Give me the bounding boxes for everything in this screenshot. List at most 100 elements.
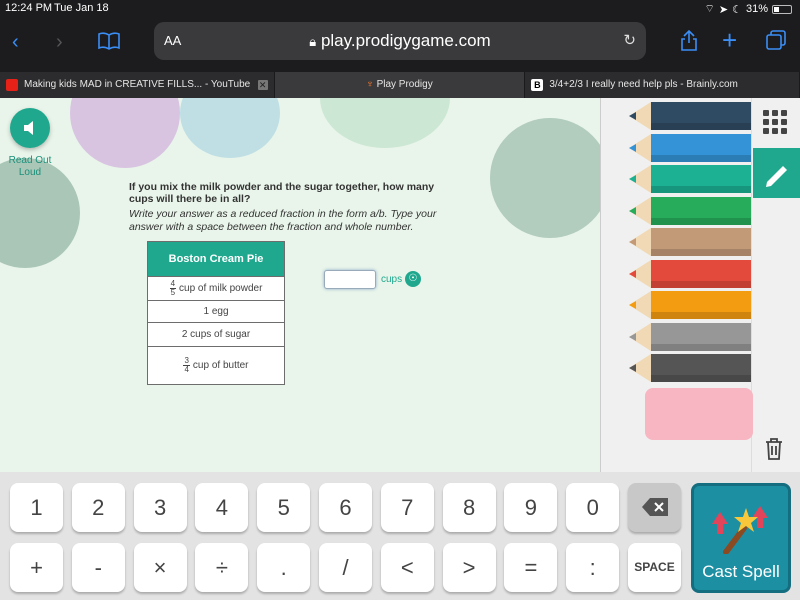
color-pencil[interactable] xyxy=(629,196,751,225)
pencil-body xyxy=(651,259,751,288)
tabs-overview-icon[interactable] xyxy=(766,30,786,56)
symbol-key[interactable]: × xyxy=(133,543,187,592)
digit-key[interactable]: 5 xyxy=(257,483,311,532)
tab-bar: Making kids MAD in CREATIVE FILLS... - Y… xyxy=(0,72,800,98)
background-tree xyxy=(490,118,600,238)
back-icon[interactable]: ‹ xyxy=(12,31,19,54)
brainly-favicon-icon: B xyxy=(531,79,544,91)
backspace-icon xyxy=(641,498,668,516)
forward-icon[interactable]: › xyxy=(56,31,63,54)
digit-key[interactable]: 1 xyxy=(10,483,63,532)
space-key[interactable]: SPACE xyxy=(628,543,681,592)
symbol-key[interactable]: ÷ xyxy=(195,543,249,592)
new-tab-icon[interactable]: + xyxy=(722,25,737,56)
fraction: 34 xyxy=(183,357,190,374)
pencil-lead xyxy=(629,364,636,372)
tab-youtube[interactable]: Making kids MAD in CREATIVE FILLS... - Y… xyxy=(0,72,275,98)
status-indicators: ⌔ ➤ ☾ 31% xyxy=(705,2,792,16)
grid-menu-icon[interactable] xyxy=(763,110,789,136)
symbol-key[interactable]: = xyxy=(504,543,558,592)
eraser-tool[interactable] xyxy=(645,388,753,440)
pencil-tool-button[interactable] xyxy=(753,148,800,198)
digit-key[interactable]: 0 xyxy=(566,483,620,532)
read-out-loud-button[interactable] xyxy=(10,108,50,148)
denominator: 4 xyxy=(184,365,189,374)
color-pencil[interactable] xyxy=(629,354,751,382)
recipe-row: 2 cups of sugar xyxy=(148,322,284,346)
tab-label: Play Prodigy xyxy=(376,79,433,90)
pencil-body xyxy=(651,322,751,351)
tab-play-prodigy[interactable]: ♆ Play Prodigy xyxy=(274,72,526,98)
reload-icon[interactable]: ↻ xyxy=(623,31,636,49)
hint-lightbulb-icon[interactable]: ☉ xyxy=(405,271,421,287)
digit-key[interactable]: 2 xyxy=(71,483,125,532)
recipe-table: Boston Cream Pie 45 cup of milk powder 1… xyxy=(147,241,285,385)
color-pencil[interactable] xyxy=(629,322,751,351)
cast-spell-label: Cast Spell xyxy=(702,562,780,581)
battery-percent: 31% xyxy=(745,3,768,15)
pencil-lead xyxy=(629,238,636,246)
ingredient-text: cup of butter xyxy=(192,360,249,371)
pencil-body xyxy=(651,228,751,256)
url-text: 🔒︎ play.prodigygame.com xyxy=(154,31,646,51)
answer-input[interactable] xyxy=(324,270,376,289)
pencil-lead xyxy=(629,269,636,278)
pencil-lead xyxy=(629,143,636,152)
recipe-row: 34 cup of butter xyxy=(148,346,284,384)
symbol-key[interactable]: + xyxy=(10,543,63,592)
color-pencil[interactable] xyxy=(629,228,751,256)
status-bar: 12:24 PM Tue Jan 18 ⌔ ➤ ☾ 31% xyxy=(0,0,800,17)
color-pencil[interactable] xyxy=(629,133,751,162)
youtube-favicon-icon xyxy=(6,79,18,91)
speaker-icon xyxy=(24,121,33,135)
color-pencil[interactable] xyxy=(629,102,751,130)
bookmarks-icon[interactable] xyxy=(98,32,120,55)
denominator: 5 xyxy=(170,288,176,297)
color-pencil[interactable] xyxy=(629,291,751,319)
moon-icon: ☾ xyxy=(732,3,742,16)
close-tab-icon[interactable]: ✕ xyxy=(257,80,268,90)
symbol-key[interactable]: < xyxy=(380,543,434,592)
digit-key[interactable]: 8 xyxy=(442,483,496,532)
symbol-key[interactable]: : xyxy=(566,543,620,592)
digit-key[interactable]: 7 xyxy=(380,483,434,532)
symbol-key[interactable]: - xyxy=(71,543,125,592)
pencil-lead xyxy=(629,175,636,183)
tab-brainly[interactable]: B 3/4+2/3 I really need help pls - Brain… xyxy=(525,72,800,98)
pencil-lead xyxy=(629,112,636,120)
pencil-body xyxy=(651,165,751,193)
instructions-text: Write your answer as a reduced fraction … xyxy=(129,208,437,233)
fraction: 45 xyxy=(169,280,177,297)
symbol-key[interactable]: > xyxy=(442,543,496,592)
color-pencil[interactable] xyxy=(629,259,751,288)
pencil-body xyxy=(651,291,751,319)
background-tree xyxy=(320,98,450,148)
digit-key[interactable]: 6 xyxy=(319,483,372,532)
share-icon[interactable] xyxy=(680,29,698,57)
recipe-title: Boston Cream Pie xyxy=(148,242,284,276)
backspace-key[interactable] xyxy=(628,483,681,532)
address-bar[interactable]: AA 🔒︎ play.prodigygame.com ↻ xyxy=(154,22,646,60)
ingredient-text: cup of milk powder xyxy=(179,283,263,294)
pencil-lead xyxy=(629,301,636,309)
status-time: 12:24 PM xyxy=(5,2,53,14)
cast-spell-button[interactable]: Cast Spell xyxy=(691,483,791,593)
digit-key[interactable]: 4 xyxy=(195,483,249,532)
digit-key[interactable]: 3 xyxy=(133,483,187,532)
color-pencil[interactable] xyxy=(629,165,751,193)
pencil-body xyxy=(651,102,751,130)
trash-icon[interactable] xyxy=(765,438,783,466)
browser-toolbar: ‹ › AA 🔒︎ play.prodigygame.com ↻ + xyxy=(0,17,800,72)
question-text: If you mix the milk powder and the sugar… xyxy=(129,181,435,205)
recipe-row: 45 cup of milk powder xyxy=(148,276,284,300)
pencil-icon xyxy=(766,166,787,187)
read-out-loud-label: Read Out Loud xyxy=(8,155,52,178)
digit-key[interactable]: 9 xyxy=(504,483,558,532)
pencil-body xyxy=(651,354,751,382)
pencil-body xyxy=(651,133,751,162)
location-icon: ➤ xyxy=(718,3,729,16)
symbol-key[interactable]: . xyxy=(257,543,311,592)
symbol-key[interactable]: / xyxy=(319,543,372,592)
wand-star-icon xyxy=(712,506,768,554)
background-tree xyxy=(180,98,280,158)
